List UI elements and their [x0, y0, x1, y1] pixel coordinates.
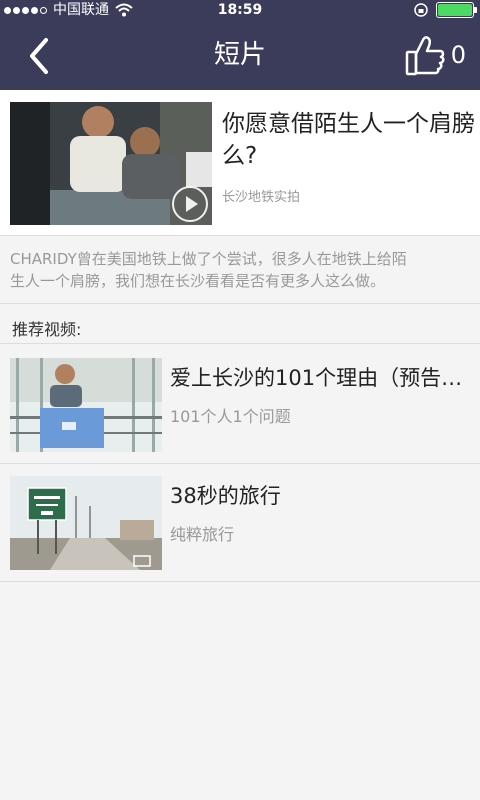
thumbs-up-icon: [405, 36, 445, 76]
main-video-thumbnail[interactable]: [10, 102, 212, 225]
description-line-2: 生人一个肩膀，我们想在长沙看看是否有更多人这么做。: [10, 272, 386, 290]
description-line-1: CHARIDY曾在美国地铁上做了个尝试，很多人在地铁上给陌: [10, 250, 407, 268]
section-divider: [0, 303, 480, 304]
recommend-thumbnail[interactable]: [10, 358, 162, 452]
main-video-description: CHARIDY曾在美国地铁上做了个尝试，很多人在地铁上给陌 生人一个肩膀，我们想…: [10, 248, 480, 292]
battery-icon: [436, 2, 477, 18]
status-time: 18:59: [217, 2, 263, 18]
main-video-card[interactable]: 你愿意借陌生人一个肩膀么? 长沙地铁实拍: [0, 90, 480, 236]
recommend-subtitle: 纯粹旅行: [170, 525, 235, 544]
status-right: [414, 2, 477, 18]
recommend-thumbnail[interactable]: [10, 476, 162, 570]
like-count: 0: [450, 41, 466, 69]
nav-bar: 短片 0: [0, 20, 480, 90]
toll-gate-road-photo: [10, 476, 162, 570]
play-icon[interactable]: [172, 186, 208, 222]
status-bar: 中国联通 18:59: [0, 0, 480, 20]
man-with-sign-photo: [10, 358, 162, 452]
section-divider: [0, 343, 480, 344]
main-video-source: 长沙地铁实拍: [222, 190, 301, 205]
recommend-item[interactable]: 爱上长沙的101个理由（预告片） 101个人1个问题: [0, 347, 480, 464]
recommend-title[interactable]: 38秒的旅行: [170, 481, 470, 511]
recommend-title[interactable]: 爱上长沙的101个理由（预告片）: [170, 363, 470, 393]
recommend-subtitle: 101个人1个问题: [170, 407, 291, 426]
lock-rotation-icon: [414, 3, 428, 17]
recommend-label: 推荐视频:: [12, 320, 82, 339]
main-video-title[interactable]: 你愿意借陌生人一个肩膀么?: [222, 108, 480, 176]
recommend-item[interactable]: 38秒的旅行 纯粹旅行: [0, 465, 480, 582]
like-button[interactable]: 0: [405, 34, 466, 76]
